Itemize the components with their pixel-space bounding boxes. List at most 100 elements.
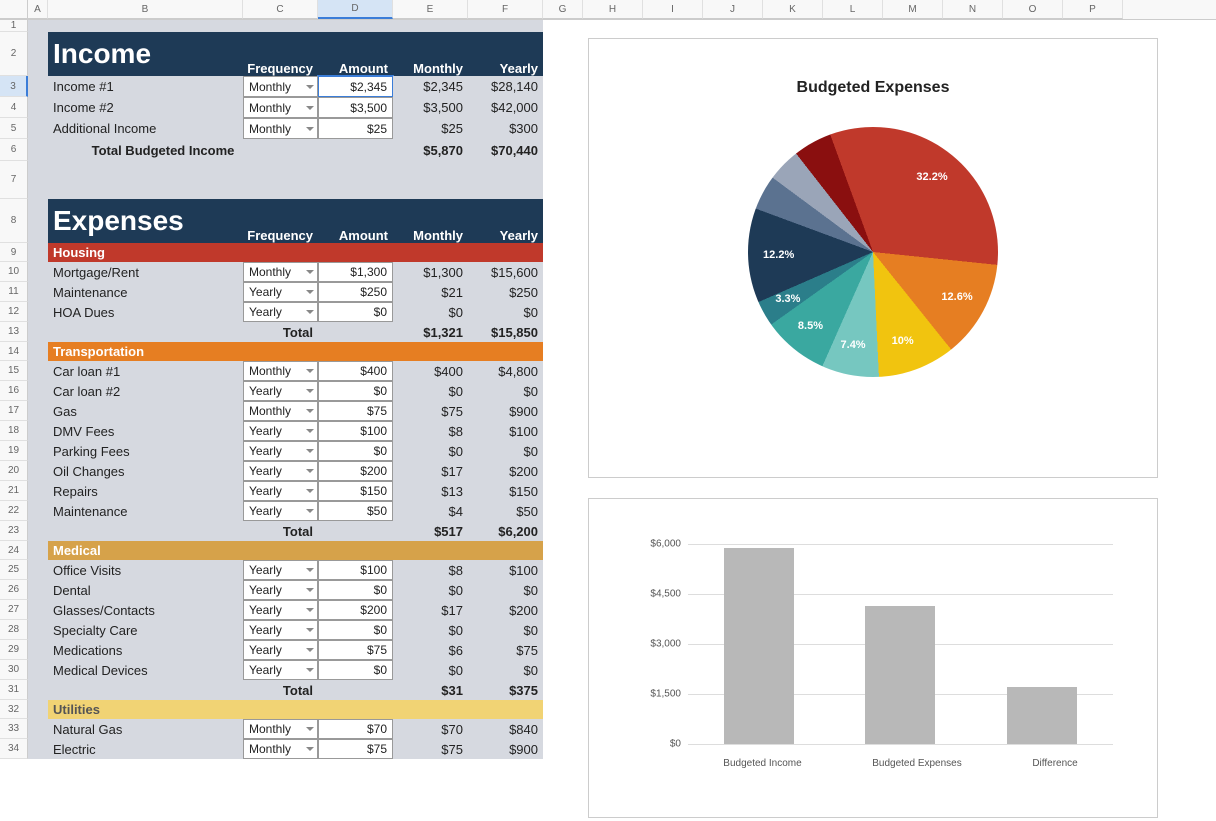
- cell-r14-c3[interactable]: [243, 342, 318, 361]
- freq-dropdown[interactable]: Monthly: [243, 118, 318, 139]
- cell-r29-c7[interactable]: [543, 640, 583, 660]
- row-header-4[interactable]: 4: [0, 97, 28, 118]
- cell-r30-c6[interactable]: $0: [468, 660, 543, 680]
- amount-input[interactable]: $150: [318, 481, 393, 501]
- cell-r29-c1[interactable]: [28, 640, 48, 660]
- cell-r30-c2[interactable]: Medical Devices: [48, 660, 243, 680]
- cell-r27-c7[interactable]: [543, 600, 583, 620]
- bar-chart[interactable]: $0$1,500$3,000$4,500$6,000Budgeted Incom…: [588, 498, 1158, 818]
- row-header-28[interactable]: 28: [0, 620, 28, 640]
- cell-r14-c5[interactable]: [393, 342, 468, 361]
- amount-input[interactable]: $25: [318, 118, 393, 139]
- freq-dropdown[interactable]: Yearly: [243, 461, 318, 481]
- cell-r8-c3[interactable]: Frequency: [243, 199, 318, 243]
- column-header-N[interactable]: N: [943, 0, 1003, 19]
- cell-r20-c6[interactable]: $200: [468, 461, 543, 481]
- cell-r28-c2[interactable]: Specialty Care: [48, 620, 243, 640]
- cell-r7-c3[interactable]: [243, 161, 318, 199]
- freq-dropdown[interactable]: Yearly: [243, 640, 318, 660]
- cell-r11-c7[interactable]: [543, 282, 583, 302]
- column-header-E[interactable]: E: [393, 0, 468, 19]
- column-header-K[interactable]: K: [763, 0, 823, 19]
- cell-r1-c3[interactable]: [243, 20, 318, 32]
- cell-r32-c2[interactable]: Utilities: [48, 700, 243, 719]
- cell-r11-c6[interactable]: $250: [468, 282, 543, 302]
- cell-r26-c5[interactable]: $0: [393, 580, 468, 600]
- cell-r1-c8[interactable]: [583, 20, 643, 32]
- cell-r4-c6[interactable]: $42,000: [468, 97, 543, 118]
- cell-r6-c5[interactable]: $5,870: [393, 139, 468, 161]
- freq-dropdown[interactable]: Monthly: [243, 97, 318, 118]
- cell-r12-c6[interactable]: $0: [468, 302, 543, 322]
- cell-r10-c7[interactable]: [543, 262, 583, 282]
- row-header-34[interactable]: 34: [0, 739, 28, 759]
- freq-dropdown[interactable]: Yearly: [243, 302, 318, 322]
- amount-input[interactable]: $0: [318, 660, 393, 680]
- cell-r15-c6[interactable]: $4,800: [468, 361, 543, 381]
- cell-r26-c1[interactable]: [28, 580, 48, 600]
- cell-r2-c4[interactable]: Amount: [318, 32, 393, 76]
- cell-r19-c6[interactable]: $0: [468, 441, 543, 461]
- cell-r33-c2[interactable]: Natural Gas: [48, 719, 243, 739]
- cell-r23-c3[interactable]: Total: [243, 521, 318, 541]
- cell-r19-c1[interactable]: [28, 441, 48, 461]
- cell-r14-c7[interactable]: [543, 342, 583, 361]
- cell-r13-c1[interactable]: [28, 322, 48, 342]
- cell-r6-c6[interactable]: $70,440: [468, 139, 543, 161]
- cell-r26-c6[interactable]: $0: [468, 580, 543, 600]
- cell-r8-c4[interactable]: Amount: [318, 199, 393, 243]
- cell-r1-c15[interactable]: [1003, 20, 1063, 32]
- cell-r15-c1[interactable]: [28, 361, 48, 381]
- freq-dropdown[interactable]: Yearly: [243, 481, 318, 501]
- cell-r31-c7[interactable]: [543, 680, 583, 700]
- cell-r16-c6[interactable]: $0: [468, 381, 543, 401]
- cell-r14-c2[interactable]: Transportation: [48, 342, 243, 361]
- cell-r12-c2[interactable]: HOA Dues: [48, 302, 243, 322]
- cell-r7-c7[interactable]: [543, 161, 583, 199]
- cell-r24-c2[interactable]: Medical: [48, 541, 243, 560]
- cell-r15-c5[interactable]: $400: [393, 361, 468, 381]
- cell-r2-c2[interactable]: Income: [48, 32, 243, 76]
- cell-r18-c2[interactable]: DMV Fees: [48, 421, 243, 441]
- row-header-9[interactable]: 9: [0, 243, 28, 262]
- freq-dropdown[interactable]: Yearly: [243, 620, 318, 640]
- cell-r29-c6[interactable]: $75: [468, 640, 543, 660]
- amount-input[interactable]: $100: [318, 560, 393, 580]
- cell-r32-c6[interactable]: [468, 700, 543, 719]
- amount-input[interactable]: $0: [318, 620, 393, 640]
- cell-r4-c7[interactable]: [543, 97, 583, 118]
- cell-r10-c6[interactable]: $15,600: [468, 262, 543, 282]
- cell-r9-c2[interactable]: Housing: [48, 243, 243, 262]
- amount-input[interactable]: $70: [318, 719, 393, 739]
- column-header-G[interactable]: G: [543, 0, 583, 19]
- cell-r1-c1[interactable]: [28, 20, 48, 32]
- cell-r21-c7[interactable]: [543, 481, 583, 501]
- cell-r13-c4[interactable]: [318, 322, 393, 342]
- cell-r14-c4[interactable]: [318, 342, 393, 361]
- cell-r24-c7[interactable]: [543, 541, 583, 560]
- cell-r24-c6[interactable]: [468, 541, 543, 560]
- cell-r1-c5[interactable]: [393, 20, 468, 32]
- row-header-32[interactable]: 32: [0, 700, 28, 719]
- column-header-C[interactable]: C: [243, 0, 318, 19]
- row-header-13[interactable]: 13: [0, 322, 28, 342]
- cell-r29-c2[interactable]: Medications: [48, 640, 243, 660]
- cell-r6-c1[interactable]: [28, 139, 48, 161]
- cell-r6-c4[interactable]: [318, 139, 393, 161]
- cell-r34-c1[interactable]: [28, 739, 48, 759]
- cell-r33-c7[interactable]: [543, 719, 583, 739]
- cell-r28-c1[interactable]: [28, 620, 48, 640]
- cell-r30-c5[interactable]: $0: [393, 660, 468, 680]
- cell-r22-c7[interactable]: [543, 501, 583, 521]
- cell-r11-c5[interactable]: $21: [393, 282, 468, 302]
- cell-r5-c7[interactable]: [543, 118, 583, 139]
- amount-input[interactable]: $0: [318, 381, 393, 401]
- freq-dropdown[interactable]: Monthly: [243, 739, 318, 759]
- cell-r28-c7[interactable]: [543, 620, 583, 640]
- cell-r8-c1[interactable]: [28, 199, 48, 243]
- cell-r9-c1[interactable]: [28, 243, 48, 262]
- cell-r12-c5[interactable]: $0: [393, 302, 468, 322]
- cell-r23-c4[interactable]: [318, 521, 393, 541]
- column-header-corner[interactable]: [0, 0, 28, 19]
- row-header-21[interactable]: 21: [0, 481, 28, 501]
